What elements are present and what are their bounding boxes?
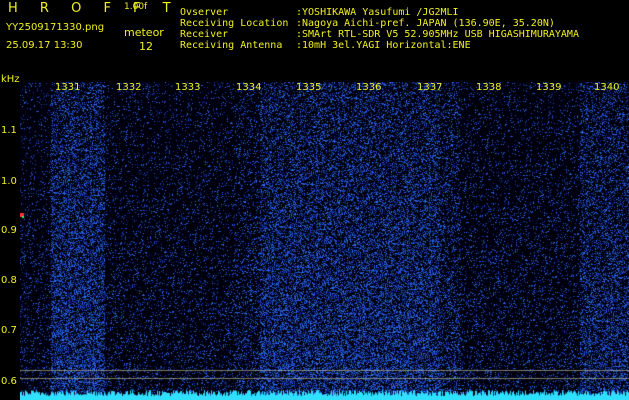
x-tick-label: 1338 <box>476 82 502 93</box>
spectrogram <box>20 82 629 400</box>
x-tick-label: 1332 <box>116 82 142 93</box>
x-tick-label: 1339 <box>536 82 562 93</box>
info-receiver: Receiver:SMArt RTL-SDR V5 52.905MHz USB … <box>180 29 579 40</box>
y-tick-label: 0.6 <box>1 376 17 387</box>
info-antenna: Receiving Antenna:10mH 3el.YAGI Horizont… <box>180 40 471 51</box>
app-brand: H R O F F T <box>8 1 180 16</box>
y-tick-label: 0.7 <box>1 325 17 336</box>
app-version: 1.00f <box>124 2 148 12</box>
info-observer: Ovserver:YOSHIKAWA Yasufumi /JG2MLI <box>180 7 459 18</box>
meteor-count: 12 <box>139 40 153 53</box>
y-tick-label: 1.1 <box>1 125 17 136</box>
timestamp: 25.09.17 13:30 <box>6 40 83 51</box>
info-location: Receiving Location:Nagoya Aichi-pref. JA… <box>180 18 555 29</box>
file-name: YY2509171330.png <box>6 22 105 33</box>
y-tick-label: 0.8 <box>1 275 17 286</box>
x-tick-label: 1335 <box>296 82 322 93</box>
y-tick-label: 0.9 <box>1 225 17 236</box>
observation-mode: meteor <box>124 26 164 39</box>
x-tick-label: 1336 <box>356 82 382 93</box>
y-axis-unit: kHz <box>1 74 20 85</box>
x-tick-label: 1340 <box>594 82 620 93</box>
x-tick-label: 1333 <box>175 82 201 93</box>
x-tick-label: 1331 <box>55 82 81 93</box>
x-tick-label: 1337 <box>417 82 443 93</box>
x-tick-label: 1334 <box>236 82 262 93</box>
y-tick-label: 1.0 <box>1 176 17 187</box>
hroft-screen: { "header": { "brand": "H R O F F T", "v… <box>0 0 629 400</box>
